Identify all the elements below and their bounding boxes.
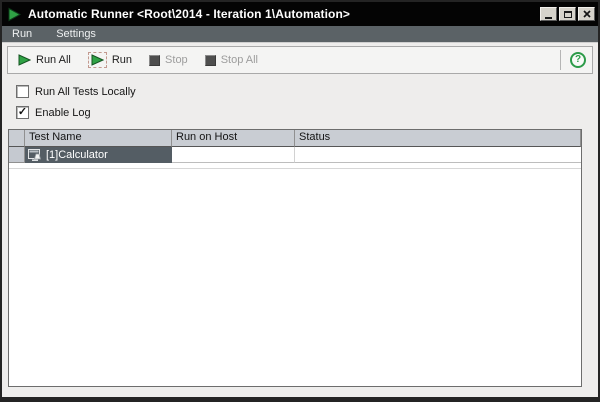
- stop-button[interactable]: Stop: [149, 54, 188, 66]
- menu-bar: Run Settings: [2, 26, 598, 43]
- stop-icon: [204, 54, 216, 66]
- stop-icon: [149, 54, 161, 66]
- test-icon: [28, 148, 42, 161]
- help-icon: ?: [574, 54, 582, 65]
- enable-log-label: Enable Log: [35, 106, 91, 119]
- column-header-status[interactable]: Status: [295, 130, 581, 147]
- play-icon: [7, 6, 23, 22]
- run-label: Run: [111, 54, 133, 66]
- toolbar-divider: [560, 50, 561, 70]
- run-all-tests-locally-label: Run All Tests Locally: [35, 85, 136, 98]
- minimize-button[interactable]: [540, 7, 557, 21]
- play-icon: [18, 54, 31, 66]
- run-all-tests-locally-option[interactable]: Run All Tests Locally: [16, 85, 593, 98]
- row-selector-header: [9, 130, 25, 147]
- grid-empty-stub-row: [9, 163, 581, 169]
- table-row[interactable]: [1]Calculator: [9, 147, 581, 163]
- run-all-tests-locally-checkbox[interactable]: [16, 85, 29, 98]
- grid-header-row: Test Name Run on Host Status: [9, 130, 581, 147]
- row-selector-cell[interactable]: [9, 147, 25, 163]
- toolbar: Run All Run Stop Stop All ?: [7, 46, 593, 74]
- window-title: Automatic Runner <Root\2014 - Iteration …: [28, 7, 351, 21]
- stop-all-label: Stop All: [220, 54, 258, 66]
- menu-run[interactable]: Run: [9, 28, 35, 40]
- play-selected-icon: [87, 52, 107, 68]
- help-button[interactable]: ?: [570, 52, 586, 68]
- menu-settings[interactable]: Settings: [53, 28, 99, 40]
- close-button[interactable]: [578, 7, 595, 21]
- test-name-text: [1]Calculator: [46, 149, 108, 161]
- run-on-host-cell[interactable]: [172, 147, 295, 163]
- status-cell[interactable]: [295, 147, 581, 163]
- content-area: Run All Run Stop Stop All ? Run All Test…: [2, 43, 598, 397]
- test-grid: Test Name Run on Host Status [1]Calculat…: [8, 129, 582, 387]
- run-all-button[interactable]: Run All: [18, 54, 71, 66]
- automatic-runner-window: Automatic Runner <Root\2014 - Iteration …: [0, 0, 600, 402]
- title-bar: Automatic Runner <Root\2014 - Iteration …: [2, 2, 598, 26]
- enable-log-checkbox[interactable]: ✓: [16, 106, 29, 119]
- column-header-test-name[interactable]: Test Name: [25, 130, 172, 147]
- close-icon: [582, 10, 591, 18]
- maximize-button[interactable]: [559, 7, 576, 21]
- toolbar-right: ?: [560, 50, 586, 70]
- minimize-icon: [545, 16, 552, 19]
- enable-log-option[interactable]: ✓ Enable Log: [16, 106, 593, 119]
- run-button[interactable]: Run: [87, 52, 133, 68]
- maximize-icon: [563, 10, 572, 18]
- run-all-label: Run All: [36, 54, 71, 66]
- column-header-run-on-host[interactable]: Run on Host: [172, 130, 295, 147]
- stop-all-button[interactable]: Stop All: [204, 54, 258, 66]
- stop-label: Stop: [165, 54, 188, 66]
- test-name-cell[interactable]: [1]Calculator: [25, 147, 172, 163]
